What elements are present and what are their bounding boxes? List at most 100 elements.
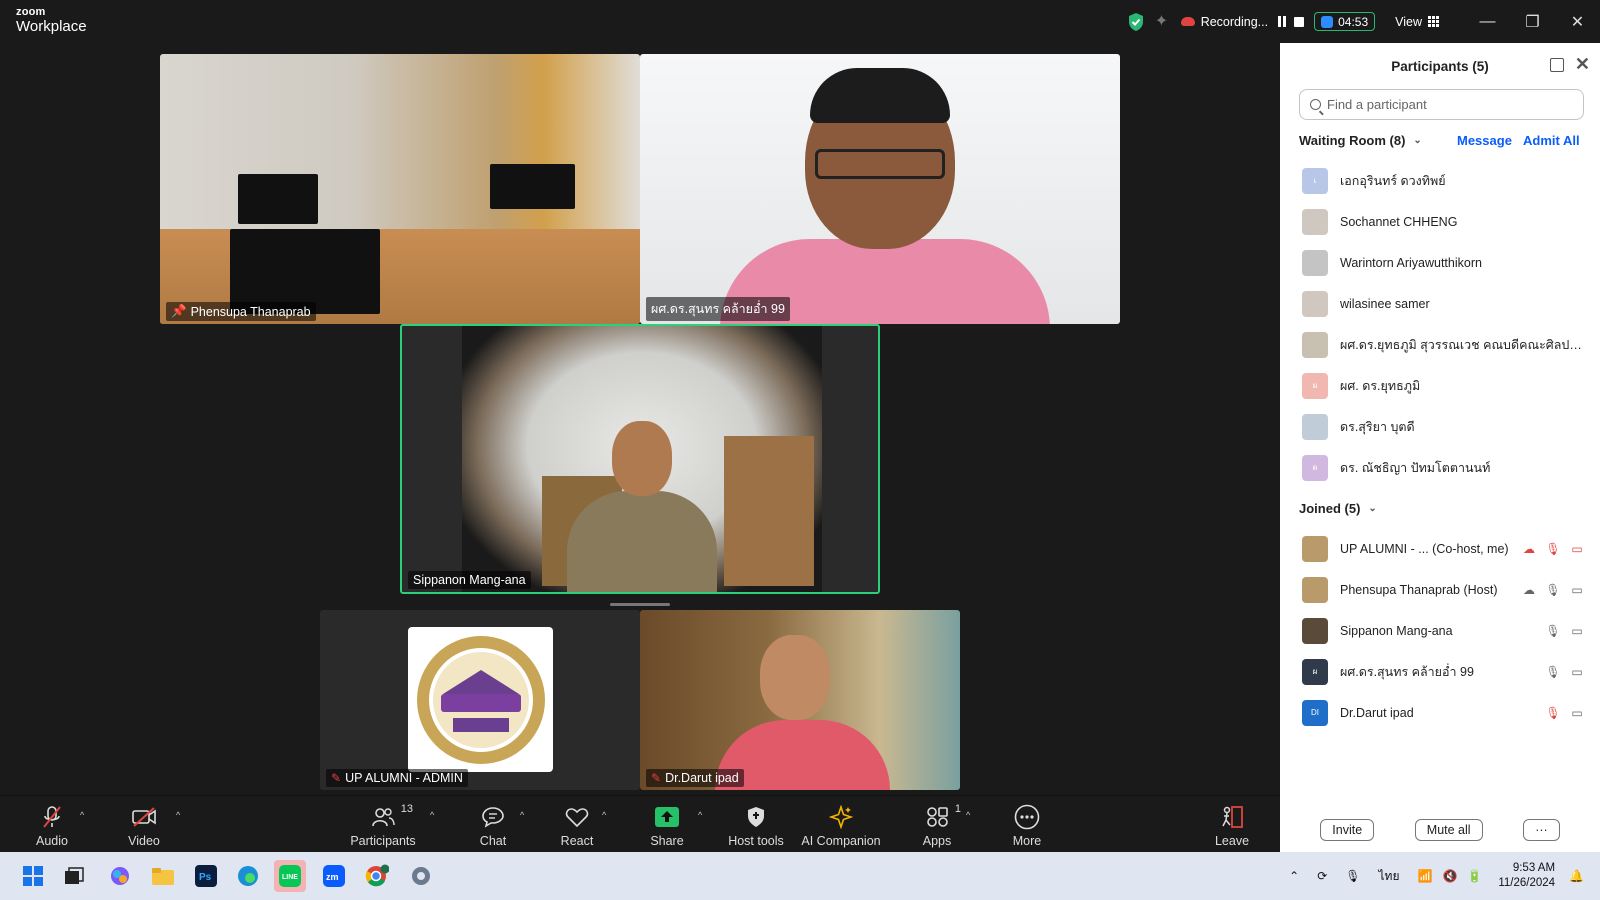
video-camera-icon[interactable]: ▭ bbox=[1570, 583, 1584, 597]
stop-recording-icon[interactable] bbox=[1294, 16, 1305, 27]
waiting-participant-row[interactable]: Warintorn Ariyawutthikorn bbox=[1280, 242, 1600, 283]
participants-label: Participants bbox=[350, 834, 416, 848]
apps-options-caret[interactable]: ^ bbox=[966, 810, 970, 820]
audio-button[interactable]: Audio bbox=[34, 796, 70, 853]
waiting-participant-row[interactable]: เ เอกอุรินทร์ ดวงทิพย์ bbox=[1280, 160, 1600, 201]
host-tools-button[interactable]: Host tools bbox=[726, 796, 786, 853]
more-button[interactable]: More bbox=[1010, 796, 1044, 853]
admit-all-button[interactable]: Admit All bbox=[1523, 133, 1580, 148]
input-language[interactable]: ไทย bbox=[1379, 867, 1400, 886]
chrome-browser-icon[interactable] bbox=[361, 860, 393, 892]
windows-start-icon[interactable] bbox=[17, 860, 49, 892]
microphone-tray-icon[interactable]: 🎙 bbox=[1345, 869, 1360, 883]
sync-icon[interactable]: ⟳ bbox=[1317, 869, 1327, 883]
share-screen-icon bbox=[653, 805, 681, 829]
gallery-resize-handle[interactable] bbox=[610, 603, 670, 606]
cloud-record-icon[interactable]: ☁ bbox=[1522, 542, 1536, 556]
copilot-icon[interactable] bbox=[104, 860, 136, 892]
joined-participant-row[interactable]: Sippanon Mang-ana 🎙 ▭ bbox=[1280, 610, 1600, 651]
meeting-timer[interactable]: 04:53 bbox=[1314, 12, 1376, 31]
line-app-icon[interactable]: LINE bbox=[274, 860, 306, 892]
avatar bbox=[1302, 208, 1328, 235]
meeting-toolbar: Audio ^ Video ^ 13 Participants ^ Chat ^ bbox=[0, 795, 1280, 852]
audio-options-caret[interactable]: ^ bbox=[80, 810, 84, 820]
system-clock[interactable]: 9:53 AM 11/26/2024 bbox=[1498, 861, 1555, 891]
audio-label: Audio bbox=[36, 834, 68, 848]
wifi-icon[interactable]: 📶 bbox=[1417, 869, 1432, 883]
file-explorer-icon[interactable] bbox=[147, 860, 179, 892]
joined-header[interactable]: Joined (5) ⌄ bbox=[1280, 488, 1600, 528]
panel-more-button[interactable]: ··· bbox=[1523, 818, 1560, 841]
joined-participant-row[interactable]: DI Dr.Darut ipad 🎙 ▭ bbox=[1280, 692, 1600, 733]
microphone-icon[interactable]: 🎙 bbox=[1545, 624, 1560, 638]
avatar bbox=[1302, 535, 1328, 562]
view-button[interactable]: View bbox=[1395, 15, 1439, 29]
tile-name-tag: ✎ UP ALUMNI - ADMIN bbox=[326, 769, 468, 787]
joined-participant-row[interactable]: UP ALUMNI - ... (Co-host, me) ☁ 🎙 ▭ bbox=[1280, 528, 1600, 569]
waiting-participant-row[interactable]: Sochannet CHHENG bbox=[1280, 201, 1600, 242]
participant-status-icons: 🎙 ▭ bbox=[1545, 624, 1584, 638]
edge-browser-icon[interactable] bbox=[232, 860, 264, 892]
notifications-bell-icon[interactable]: 🔔 bbox=[1569, 869, 1584, 883]
participant-search-input[interactable]: Find a participant bbox=[1299, 89, 1584, 120]
chat-button[interactable]: Chat bbox=[478, 796, 508, 853]
speaker-muted-icon[interactable]: 🔇 bbox=[1442, 869, 1457, 883]
ai-sparkle-icon[interactable]: ✦ bbox=[1155, 13, 1171, 30]
minimize-button[interactable]: — bbox=[1465, 0, 1510, 43]
show-hidden-icons[interactable]: ⌃ bbox=[1289, 869, 1299, 883]
zoom-app-icon[interactable]: zm bbox=[318, 860, 350, 892]
tile-name: Phensupa Thanaprab bbox=[190, 304, 311, 319]
leave-button[interactable]: Leave bbox=[1215, 796, 1249, 853]
invite-button[interactable]: Invite bbox=[1320, 818, 1375, 841]
waiting-participant-row[interactable]: ผ ผศ. ดร.ยุทธภูมิ bbox=[1280, 365, 1600, 406]
share-options-caret[interactable]: ^ bbox=[698, 810, 702, 820]
waiting-participant-row[interactable]: wilasinee samer bbox=[1280, 283, 1600, 324]
video-camera-icon[interactable]: ▭ bbox=[1570, 624, 1584, 638]
muted-mic-icon: ✎ bbox=[331, 771, 342, 785]
video-camera-icon[interactable]: ▭ bbox=[1570, 706, 1584, 720]
video-tile-phensupa[interactable]: 📌 Phensupa Thanaprab bbox=[160, 54, 640, 324]
waiting-participant-row[interactable]: ด ดร. ณัชธิญา ปัทมโตตานนท์ bbox=[1280, 447, 1600, 488]
waiting-room-header[interactable]: Waiting Room (8) ⌄ Message Admit All bbox=[1280, 120, 1600, 160]
close-window-button[interactable]: ✕ bbox=[1555, 0, 1600, 43]
task-view-icon[interactable] bbox=[58, 860, 90, 892]
video-tile-up-alumni-admin[interactable]: ✎ UP ALUMNI - ADMIN bbox=[320, 610, 640, 790]
encryption-shield-icon[interactable] bbox=[1127, 12, 1145, 32]
joined-participant-row[interactable]: Phensupa Thanaprab (Host) ☁ 🎙 ▭ bbox=[1280, 569, 1600, 610]
participants-button[interactable]: 13 Participants bbox=[348, 796, 418, 853]
video-tile-sunthorn[interactable]: ผศ.ดร.สุนทร คล้ายอ่ำ 99 bbox=[640, 54, 1120, 324]
chat-options-caret[interactable]: ^ bbox=[520, 810, 524, 820]
cloud-record-icon[interactable]: ☁ bbox=[1522, 583, 1536, 597]
microphone-icon[interactable]: 🎙 bbox=[1545, 665, 1560, 679]
muted-mic-icon[interactable]: 🎙 bbox=[1545, 542, 1560, 556]
message-waiting-button[interactable]: Message bbox=[1457, 133, 1512, 148]
close-panel-icon[interactable]: ✕ bbox=[1575, 55, 1590, 73]
video-tile-darut[interactable]: ✎ Dr.Darut ipad bbox=[640, 610, 960, 790]
waiting-participant-row[interactable]: ดร.สุริยา บุตดี bbox=[1280, 406, 1600, 447]
photoshop-icon[interactable]: Ps bbox=[190, 860, 222, 892]
apps-button[interactable]: 1 Apps bbox=[920, 796, 961, 853]
video-off-icon[interactable]: ▭ bbox=[1570, 542, 1584, 556]
react-options-caret[interactable]: ^ bbox=[602, 810, 606, 820]
ai-companion-button[interactable]: AI Companion bbox=[800, 796, 882, 853]
joined-participant-row[interactable]: ผผศ.ดร.สุนทร คล้ายอ่ำ 99 🎙 ▭ bbox=[1280, 651, 1600, 692]
waiting-participant-row[interactable]: ผศ.ดร.ยุทธภูมิ สุวรรณเวช คณบดีคณะศิลปศาส… bbox=[1280, 324, 1600, 365]
mute-all-button[interactable]: Mute all bbox=[1414, 818, 1483, 841]
video-options-caret[interactable]: ^ bbox=[176, 810, 180, 820]
muted-mic-icon[interactable]: 🎙 bbox=[1545, 706, 1560, 720]
react-button[interactable]: React bbox=[560, 796, 594, 853]
battery-icon[interactable]: 🔋 bbox=[1467, 869, 1482, 883]
microphone-icon[interactable]: 🎙 bbox=[1545, 583, 1560, 597]
video-tile-sippanon-active-speaker[interactable]: Sippanon Mang-ana bbox=[400, 324, 880, 594]
apps-icon: 1 bbox=[923, 803, 961, 829]
participants-options-caret[interactable]: ^ bbox=[430, 810, 434, 820]
video-button[interactable]: Video bbox=[126, 796, 162, 853]
pop-out-icon[interactable] bbox=[1550, 58, 1564, 72]
pause-recording-icon[interactable] bbox=[1278, 16, 1288, 27]
restore-button[interactable]: ❐ bbox=[1510, 0, 1555, 43]
host-tools-label: Host tools bbox=[728, 834, 784, 848]
settings-gear-icon[interactable] bbox=[405, 860, 437, 892]
share-button[interactable]: Share bbox=[650, 796, 684, 853]
zoom-logo: zoom Workplace bbox=[16, 7, 87, 35]
video-camera-icon[interactable]: ▭ bbox=[1570, 665, 1584, 679]
